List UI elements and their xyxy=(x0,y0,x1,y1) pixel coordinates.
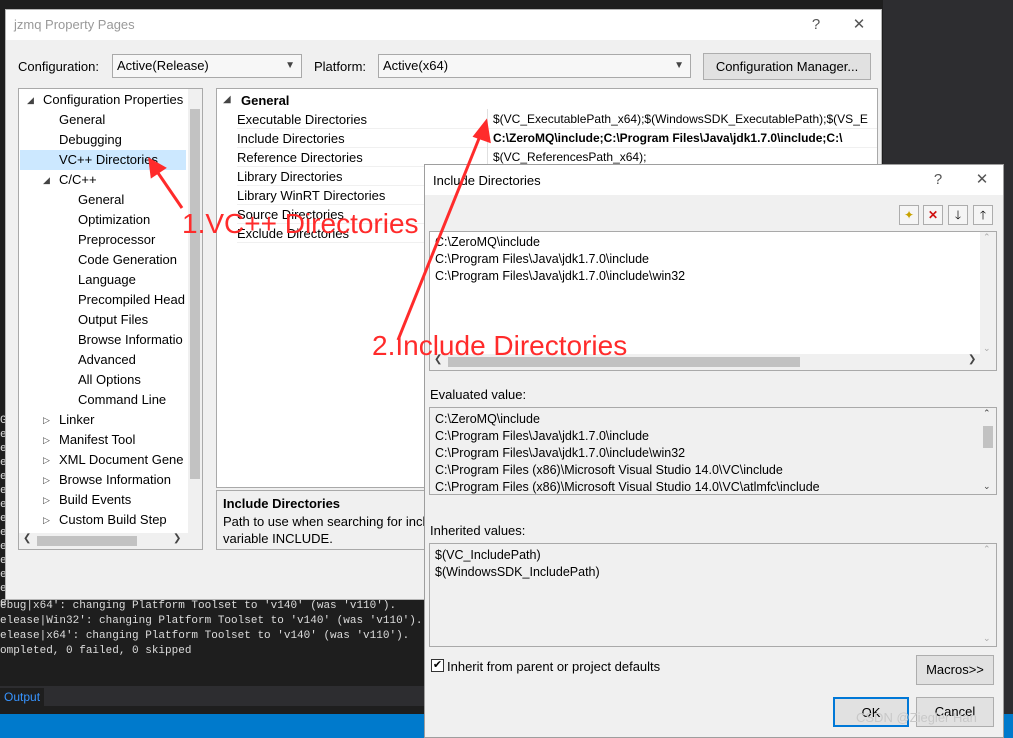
annotation-step1: 1.VC++ Directories xyxy=(182,208,419,239)
arrow-head-icon xyxy=(472,118,491,144)
arrow-head-icon xyxy=(148,157,167,179)
annotation-step2: 2.Include Directories xyxy=(372,330,628,361)
watermark: CSDN @Ziegler Han xyxy=(856,710,977,725)
annotation-arrows xyxy=(148,118,491,341)
